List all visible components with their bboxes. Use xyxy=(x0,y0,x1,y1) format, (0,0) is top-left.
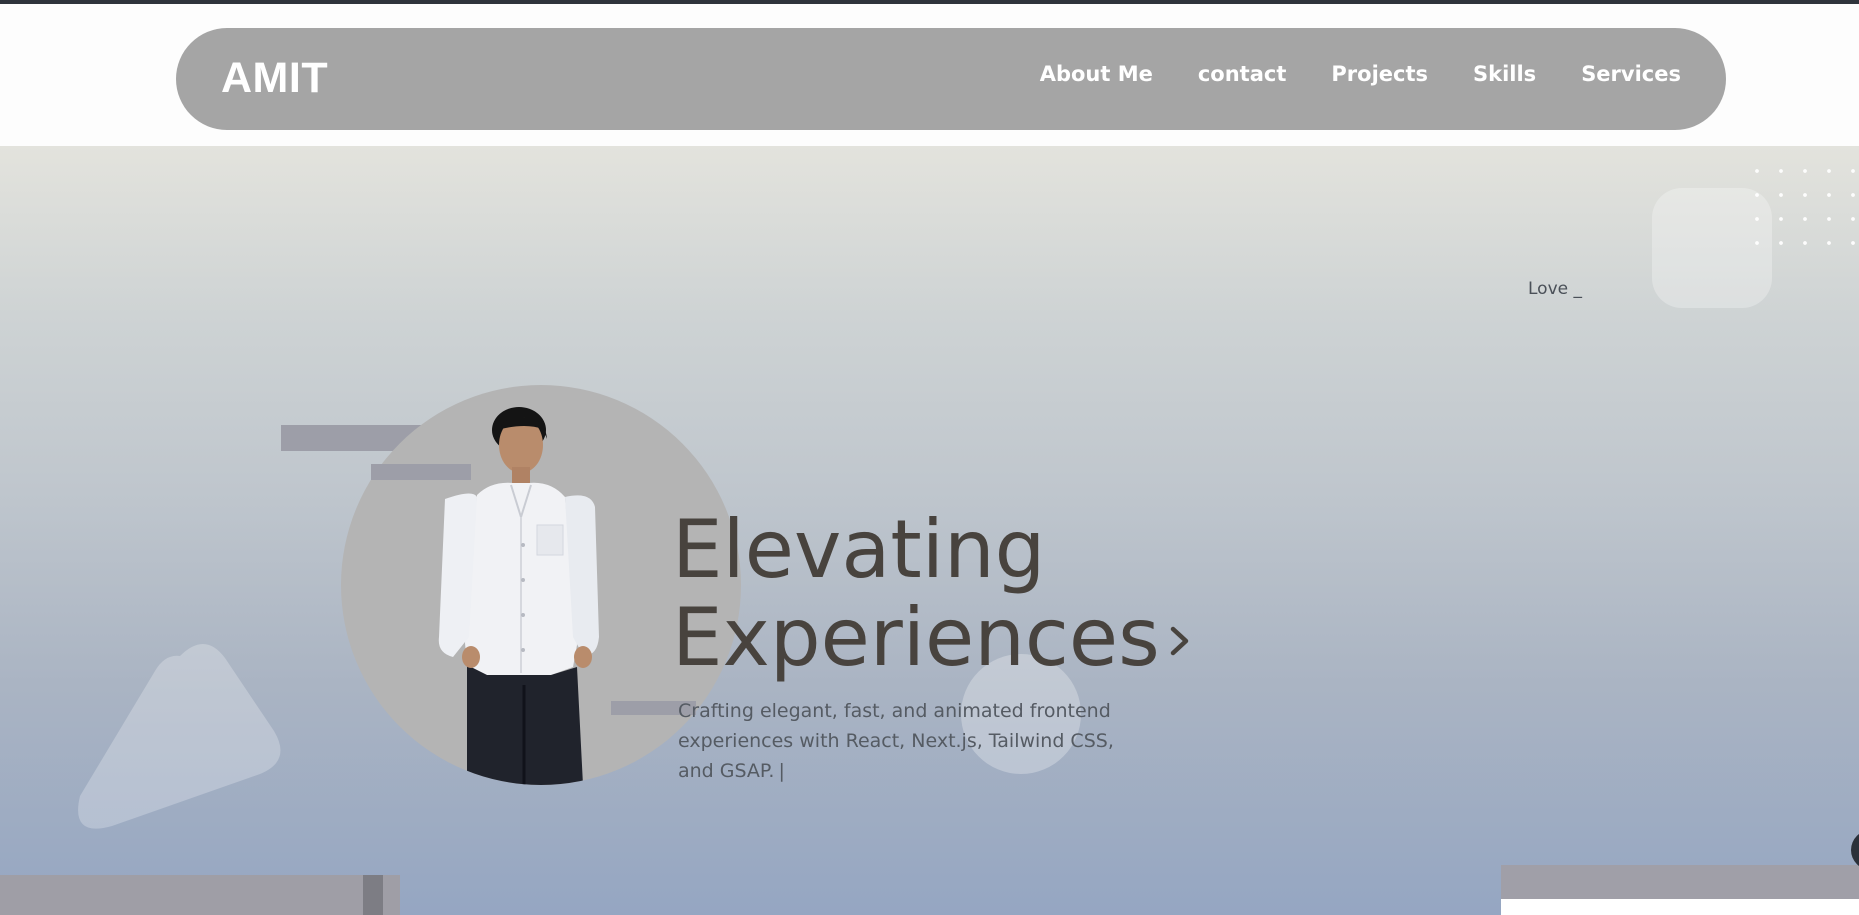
decorative-bottom-bar xyxy=(0,875,400,915)
typing-cursor: | xyxy=(778,760,785,782)
decorative-triangle xyxy=(78,643,281,829)
hero-title-line-1: Elevating xyxy=(672,503,1046,596)
decorative-bar xyxy=(371,464,471,480)
nav-links: About Me contact Projects Skills Service… xyxy=(1040,62,1681,86)
typed-text: Love _ xyxy=(1528,279,1582,299)
navbar: AMIT About Me contact Projects Skills Se… xyxy=(176,28,1726,130)
hero-section: Love _ Elevating Experiences Crafting el… xyxy=(0,146,1859,915)
nav-link-services[interactable]: Services xyxy=(1581,62,1681,86)
nav-link-skills[interactable]: Skills xyxy=(1473,62,1536,86)
hero-subtitle: Crafting elegant, fast, and animated fro… xyxy=(678,696,1138,786)
hero-title: Elevating Experiences xyxy=(672,506,1160,682)
section-edge xyxy=(1501,899,1859,915)
decorative-dot-grid xyxy=(1745,159,1859,245)
chevron-right-icon[interactable] xyxy=(1168,624,1192,658)
hero-subtitle-text: Crafting elegant, fast, and animated fro… xyxy=(678,700,1114,782)
header: AMIT About Me contact Projects Skills Se… xyxy=(0,4,1859,146)
decorative-bottom-bar-accent xyxy=(363,875,383,915)
nav-link-projects[interactable]: Projects xyxy=(1331,62,1428,86)
hero-title-line-2: Experiences xyxy=(672,591,1160,684)
decorative-bottom-bar xyxy=(1501,865,1859,899)
logo[interactable]: AMIT xyxy=(221,54,328,103)
nav-link-about-me[interactable]: About Me xyxy=(1040,62,1153,86)
nav-link-contact[interactable]: contact xyxy=(1198,62,1287,86)
floating-action-button[interactable] xyxy=(1851,830,1859,870)
